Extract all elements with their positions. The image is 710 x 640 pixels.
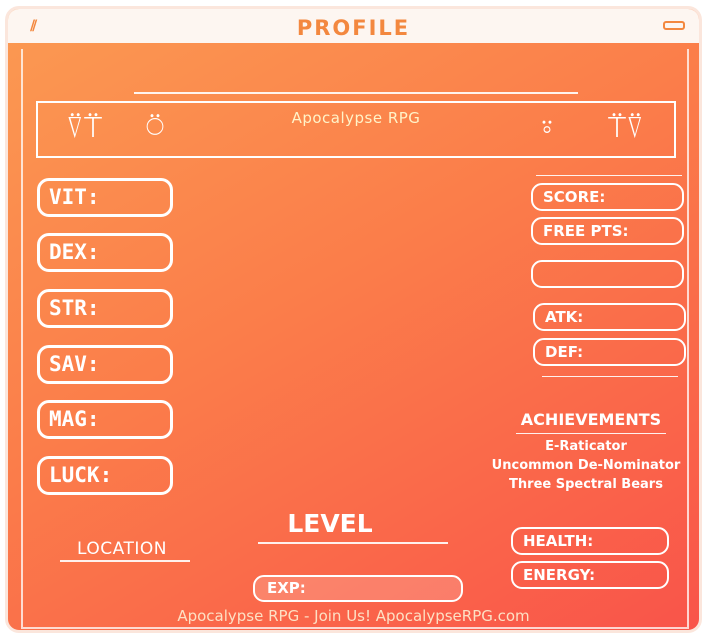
stat-label: SAV:	[49, 352, 100, 376]
divider	[536, 175, 682, 176]
stat-sav[interactable]: SAV:	[37, 345, 173, 384]
stat-luck[interactable]: LUCK:	[37, 456, 173, 495]
stat-label: DEX:	[49, 240, 100, 264]
free-pts-label: FREE PTS:	[543, 222, 629, 240]
stat-mag[interactable]: MAG:	[37, 400, 173, 439]
def-label: DEF:	[545, 343, 584, 361]
def-box[interactable]: DEF:	[533, 338, 686, 366]
exp-label: EXP:	[267, 579, 306, 597]
atk-box[interactable]: ATK:	[533, 303, 686, 331]
window-title: PROFILE	[296, 16, 411, 40]
rune-glyph-icon: ⍡⍢	[608, 110, 644, 145]
stat-str[interactable]: STR:	[37, 289, 173, 328]
atk-label: ATK:	[545, 308, 584, 326]
empty-stat-box[interactable]	[531, 260, 684, 288]
location-label: LOCATION	[77, 539, 167, 559]
energy-box[interactable]: ENERGY:	[511, 561, 669, 589]
header-banner: Apocalypse RPG ⍢⍡ ⍥ ⍤ ⍡⍢	[36, 101, 676, 158]
stat-vit[interactable]: VIT:	[37, 178, 173, 217]
footer-link[interactable]: Apocalypse RPG - Join Us! ApocalypseRPG.…	[8, 607, 699, 625]
rune-glyph-icon: ⍥	[146, 110, 164, 145]
rune-glyph-icon: ⍤	[538, 110, 556, 145]
stat-label: VIT:	[49, 185, 100, 209]
minimize-button[interactable]	[663, 21, 685, 30]
achievement-item: E-Raticator	[545, 439, 627, 454]
profile-window: // PROFILE Apocalypse RPG ⍢⍡ ⍥ ⍤ ⍡⍢ VIT:…	[5, 6, 702, 633]
achievements-list: E-Raticator Uncommon De-Nominator Three …	[471, 437, 699, 494]
divider	[60, 560, 190, 562]
stat-label: STR:	[49, 296, 100, 320]
stat-label: MAG:	[49, 407, 100, 431]
banner-top-divider	[134, 92, 578, 94]
free-pts-box[interactable]: FREE PTS:	[531, 217, 684, 245]
divider	[542, 376, 678, 377]
divider	[516, 433, 666, 434]
divider	[258, 542, 448, 544]
exp-bar: EXP:	[253, 575, 463, 602]
achievement-item: Three Spectral Bears	[509, 477, 663, 492]
level-label: LEVEL	[287, 509, 373, 538]
title-bar: // PROFILE	[8, 9, 699, 43]
energy-label: ENERGY:	[523, 566, 596, 584]
achievements-title: ACHIEVEMENTS	[520, 410, 662, 429]
stat-label: LUCK:	[49, 463, 113, 487]
health-label: HEALTH:	[523, 532, 594, 550]
health-box[interactable]: HEALTH:	[511, 527, 669, 555]
score-label: SCORE:	[543, 188, 606, 206]
score-box[interactable]: SCORE:	[531, 183, 684, 211]
rune-glyph-icon: ⍢⍡	[66, 110, 102, 145]
achievement-item: Uncommon De-Nominator	[491, 458, 681, 473]
banner-title: Apocalypse RPG	[291, 109, 421, 127]
stat-dex[interactable]: DEX:	[37, 233, 173, 272]
